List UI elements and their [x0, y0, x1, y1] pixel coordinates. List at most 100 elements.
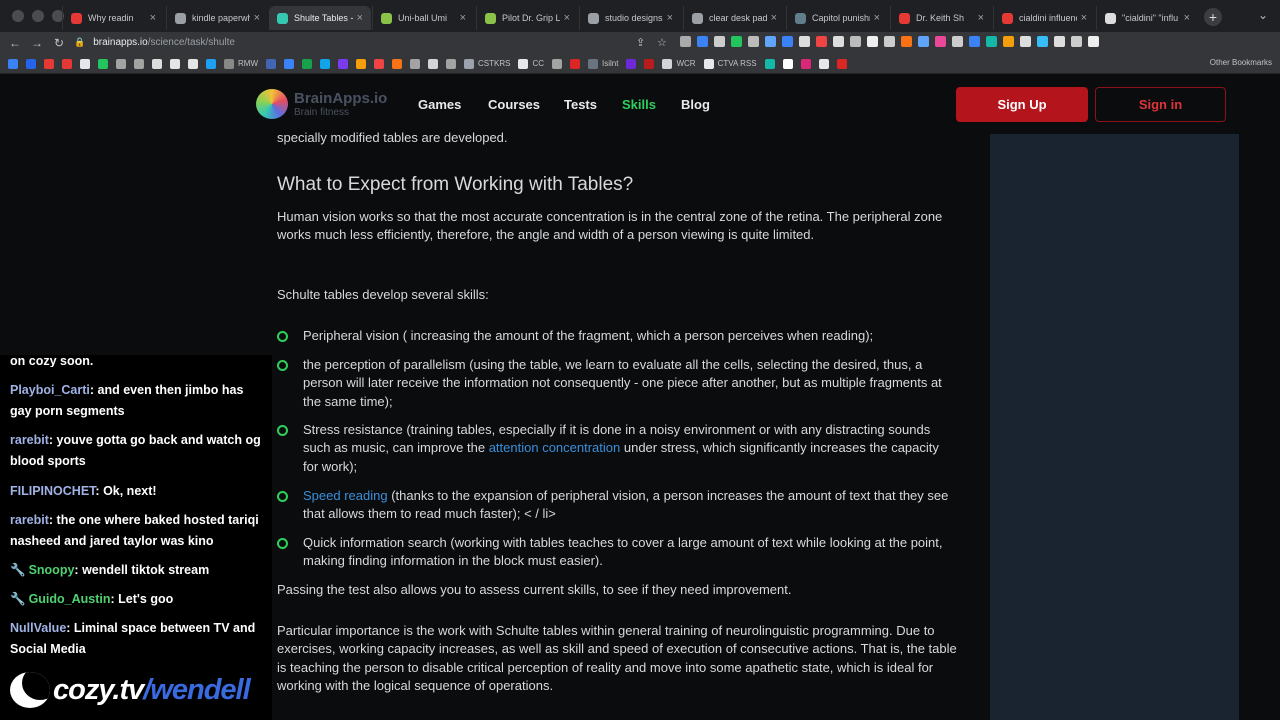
bookmark-item[interactable]: [266, 58, 276, 69]
browser-extension-icon[interactable]: [1020, 36, 1031, 47]
browser-tab[interactable]: Why readin ×: [62, 6, 164, 30]
site-logo[interactable]: BrainApps.io Brain fitness: [256, 89, 387, 119]
tab-search-icon[interactable]: ⌄: [1258, 8, 1268, 22]
browser-extension-icon[interactable]: [918, 36, 929, 47]
bookmark-item[interactable]: [116, 58, 126, 69]
bookmark-item[interactable]: [626, 58, 637, 69]
bookmark-cstkrs[interactable]: CSTKRS: [464, 58, 510, 69]
sign-up-button[interactable]: Sign Up: [956, 87, 1088, 122]
bookmark-item[interactable]: [80, 58, 90, 69]
browser-tab[interactable]: cialdini influenc ×: [993, 6, 1095, 30]
browser-extension-icon[interactable]: [901, 36, 912, 47]
close-tab-icon[interactable]: ×: [460, 12, 466, 24]
bookmark-item[interactable]: [410, 58, 420, 69]
browser-extension-icon[interactable]: [969, 36, 980, 47]
forward-icon[interactable]: →: [26, 36, 48, 50]
reload-icon[interactable]: ↻: [48, 36, 70, 50]
bookmark-item[interactable]: [170, 58, 180, 69]
browser-extension-icon[interactable]: [986, 36, 997, 47]
share-icon[interactable]: ⇪: [636, 36, 645, 49]
bookmark-star-icon[interactable]: ☆: [657, 36, 667, 49]
close-tab-icon[interactable]: ×: [1081, 12, 1087, 24]
bookmark-item[interactable]: [818, 58, 829, 69]
bookmark-item[interactable]: [98, 58, 108, 69]
attention-concentration-link[interactable]: attention concentration: [489, 440, 621, 455]
browser-extension-icon[interactable]: [765, 36, 776, 47]
close-tab-icon[interactable]: ×: [1184, 12, 1190, 24]
browser-extension-icon[interactable]: [1054, 36, 1065, 47]
bookmark-item[interactable]: [644, 58, 655, 69]
bookmark-item[interactable]: [800, 58, 811, 69]
bookmark-item[interactable]: [188, 58, 198, 69]
browser-extension-icon[interactable]: [714, 36, 725, 47]
bookmark-item[interactable]: [284, 58, 294, 69]
browser-extension-icon[interactable]: [816, 36, 827, 47]
back-icon[interactable]: ←: [4, 36, 26, 50]
browser-extension-icon[interactable]: [952, 36, 963, 47]
bookmark-item[interactable]: [152, 58, 162, 69]
browser-extension-icon[interactable]: [935, 36, 946, 47]
bookmark-item[interactable]: [206, 58, 216, 69]
bookmark-item[interactable]: [8, 58, 18, 69]
bookmark-item[interactable]: [356, 58, 366, 69]
bookmark-item[interactable]: [374, 58, 384, 69]
bookmark-item[interactable]: [134, 58, 144, 69]
bookmark-item[interactable]: [338, 58, 348, 69]
close-tab-icon[interactable]: ×: [150, 12, 156, 24]
browser-tab[interactable]: clear desk pad ×: [683, 6, 785, 30]
minimize-window-button[interactable]: [32, 10, 44, 22]
close-tab-icon[interactable]: ×: [978, 12, 984, 24]
browser-extension-icon[interactable]: [731, 36, 742, 47]
close-tab-icon[interactable]: ×: [667, 12, 673, 24]
bookmark-cc[interactable]: CC: [518, 58, 544, 69]
browser-extension-icon[interactable]: [850, 36, 861, 47]
speed-reading-link[interactable]: Speed reading: [303, 488, 388, 503]
sign-in-button[interactable]: Sign in: [1095, 87, 1226, 122]
url-field[interactable]: 🔒 brainapps.io/science/task/shulte: [74, 34, 674, 51]
close-tab-icon[interactable]: ×: [564, 12, 570, 24]
nav-courses[interactable]: Courses: [488, 97, 540, 112]
bookmark-item[interactable]: [44, 58, 54, 69]
bookmark-item[interactable]: [552, 58, 563, 69]
bookmark-item[interactable]: [392, 58, 402, 69]
bookmark-item[interactable]: [836, 58, 847, 69]
browser-extension-icon[interactable]: [697, 36, 708, 47]
bookmark-wcr[interactable]: WCR: [662, 58, 696, 69]
browser-tab[interactable]: Dr. Keith Sh ×: [890, 6, 992, 30]
close-window-button[interactable]: [12, 10, 24, 22]
other-bookmarks[interactable]: Other Bookmarks: [1210, 58, 1272, 67]
browser-tab[interactable]: studio designs ×: [579, 6, 681, 30]
browser-extension-icon[interactable]: [680, 36, 691, 47]
nav-blog[interactable]: Blog: [681, 97, 710, 112]
browser-tab[interactable]: "cialdini" "influ ×: [1096, 6, 1198, 30]
close-tab-icon[interactable]: ×: [254, 12, 260, 24]
nav-games[interactable]: Games: [418, 97, 461, 112]
nav-skills[interactable]: Skills: [622, 97, 656, 112]
browser-tab[interactable]: Capitol punishm ×: [786, 6, 888, 30]
browser-tab[interactable]: Pilot Dr. Grip Lit ×: [476, 6, 578, 30]
browser-extension-icon[interactable]: [1071, 36, 1082, 47]
browser-tab[interactable]: Uni-ball Umi ×: [372, 6, 474, 30]
lock-icon[interactable]: 🔒: [74, 37, 85, 48]
browser-tab[interactable]: Shulte Tables - ×: [269, 6, 371, 30]
bookmark-rmw[interactable]: RMW: [224, 58, 258, 69]
bookmark-item[interactable]: [302, 58, 312, 69]
browser-extension-icon[interactable]: [748, 36, 759, 47]
browser-extension-icon[interactable]: [782, 36, 793, 47]
browser-extension-icon[interactable]: [867, 36, 878, 47]
browser-extension-icon[interactable]: [833, 36, 844, 47]
bookmark-item[interactable]: [320, 58, 330, 69]
browser-extension-icon[interactable]: [884, 36, 895, 47]
bookmark-item[interactable]: [428, 58, 438, 69]
browser-extension-icon[interactable]: [1088, 36, 1099, 47]
bookmark-item[interactable]: [570, 58, 581, 69]
new-tab-button[interactable]: +: [1204, 8, 1222, 26]
bookmark-item[interactable]: [782, 58, 793, 69]
browser-tab[interactable]: kindle paperwh ×: [166, 6, 268, 30]
bookmark-isilnt[interactable]: Isilnt: [588, 58, 618, 69]
close-tab-icon[interactable]: ×: [357, 12, 363, 24]
bookmark-item[interactable]: [446, 58, 456, 69]
close-tab-icon[interactable]: ×: [771, 12, 777, 24]
bookmark-item[interactable]: [764, 58, 775, 69]
bookmark-item[interactable]: [26, 58, 36, 69]
